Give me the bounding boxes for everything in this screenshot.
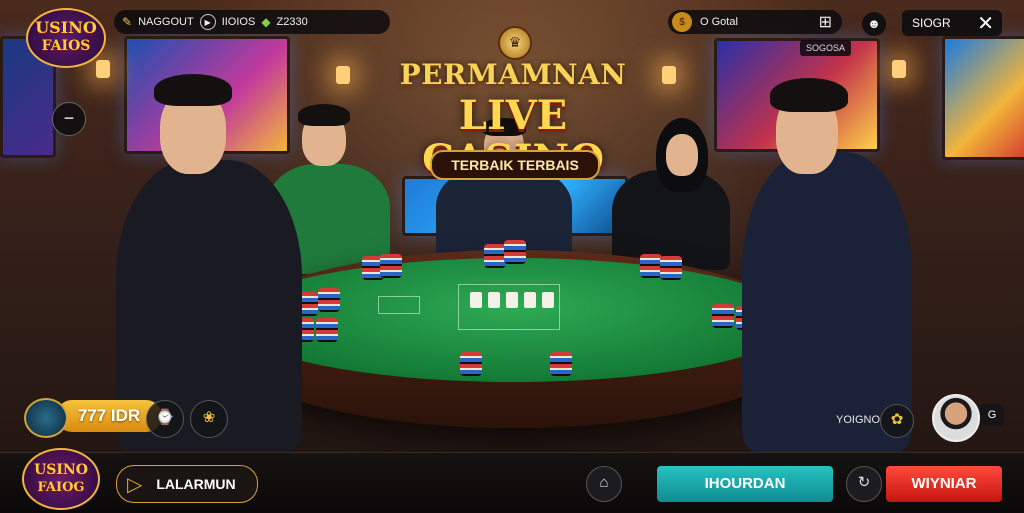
sub-badge: SOGOSA [800,40,852,56]
chip-stack [380,254,402,278]
wall-lamp [96,60,110,78]
top-info-item-3[interactable]: Z2330 [277,16,308,28]
primary-button[interactable]: IHOURDAN [657,466,833,502]
chip-stack [484,244,506,268]
chip-stack [660,256,682,280]
bottom-logo-line-2: FAIOG [37,480,85,495]
chip-stack [712,304,734,328]
wallet-icon [24,398,68,438]
language-button-label: LALARMUN [156,476,236,492]
language-button[interactable]: ▷ LALARMUN [116,465,258,503]
bottom-brand-logo[interactable]: USINO FAIOG [22,448,100,510]
top-search-bar[interactable]: $ O Gotal ⊞ [668,10,842,34]
brand-logo-line-1: USINO [35,18,97,37]
minus-icon[interactable]: − [52,102,86,136]
live-label: YOIGNO [836,414,881,426]
avatar-badge: G [980,404,1004,426]
avatar[interactable] [932,394,980,442]
brand-logo-line-2: FAIOS [41,38,91,54]
top-search-label: O Gotal [700,16,738,28]
chip-stack [504,240,526,264]
wall-lamp [336,66,350,84]
secondary-button[interactable]: WIYNIAR [886,466,1002,502]
card [524,292,536,308]
title-line-1: PERMAMNAN [399,58,627,91]
betting-area [378,296,420,314]
history-icon[interactable]: ⌂ [586,466,622,502]
chip-icon[interactable]: ✿ [880,404,914,438]
wall-lamp [892,60,906,78]
brand-logo[interactable]: USINO FAIOS [26,8,106,68]
card [506,292,518,308]
gift-icon[interactable]: ❀ [190,400,228,438]
top-info-item-1[interactable]: NAGGOUT [138,16,194,28]
card [542,292,554,308]
play-icon: ▶ [199,14,216,30]
chip-stack [550,352,572,376]
wall-lamp [662,66,676,84]
crown-emblem-icon: ♛ [498,26,532,60]
top-info-bar: ✎ NAGGOUT ▶ IIOIOS ◆ Z2330 [114,10,390,34]
chip-stack [318,288,340,312]
chip-stack [316,318,338,342]
close-icon[interactable]: ✕ [977,11,994,36]
grid-icon[interactable]: ⊞ [819,12,832,32]
chip-stack [460,352,482,376]
title-logo: ♛ PERMAMNAN LIVE CASINO TERBAIK TERBAIS [380,26,646,182]
title-ribbon: TERBAIK TERBAIS [430,150,600,180]
close-panel[interactable]: SIOGR ✕ [902,10,1002,36]
history-icon[interactable]: ⌚ [146,400,184,438]
mask-icon[interactable]: ☻ [862,12,886,36]
ticket-icon: ✎ [122,15,133,29]
cash-icon: ◆ [261,15,271,29]
bottom-logo-line-1: USINO [34,462,88,478]
chip-stack [640,254,662,278]
close-panel-label: SIOGR [912,16,951,30]
refresh-icon[interactable]: ↻ [846,466,882,502]
card [488,292,500,308]
wall-screen-right-edge [942,36,1024,160]
card [470,292,482,308]
coin-icon: $ [672,12,692,32]
top-info-item-2[interactable]: IIOIOS [222,16,256,28]
